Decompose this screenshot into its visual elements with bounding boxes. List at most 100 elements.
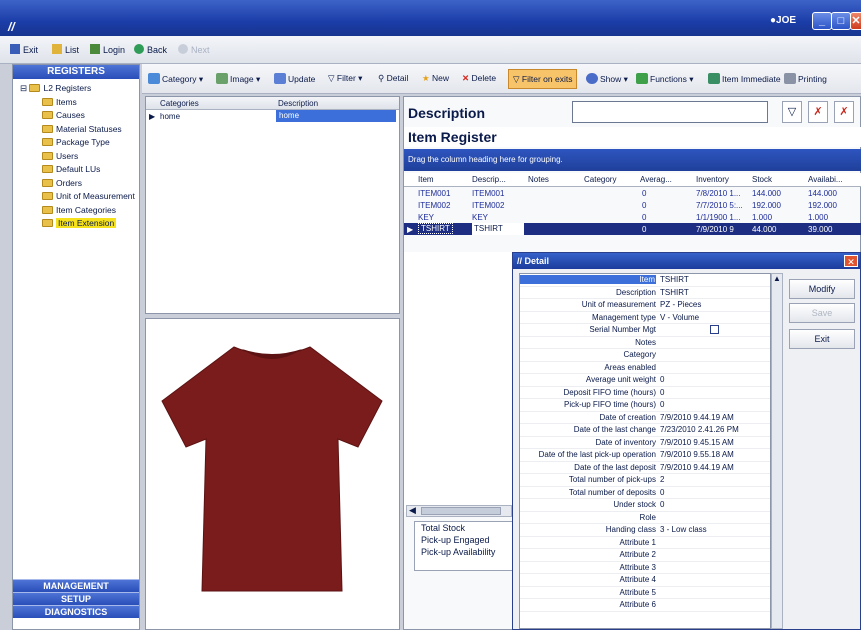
column-header-availability[interactable]: Availabi... bbox=[808, 175, 843, 184]
management-button[interactable]: MANAGEMENT bbox=[13, 579, 139, 592]
detail-value[interactable]: TSHIRT bbox=[660, 275, 689, 284]
detail-value[interactable]: 0 bbox=[660, 488, 664, 497]
sidebar-item-default-lus[interactable]: Default LUs bbox=[16, 163, 139, 177]
categories-column-header[interactable]: Categories bbox=[160, 99, 199, 108]
detail-row[interactable]: Unit of measurement PZ - Pieces bbox=[520, 299, 770, 312]
detail-value[interactable]: TSHIRT bbox=[660, 288, 689, 297]
filter-on-exits-button[interactable]: ▽ Filter on exits bbox=[508, 69, 578, 89]
detail-value[interactable]: 0 bbox=[660, 500, 664, 509]
table-row[interactable]: ITEM002 ITEM002 0 7/7/2010 5:... 192.000… bbox=[404, 199, 861, 211]
detail-row[interactable]: Areas enabled bbox=[520, 362, 770, 374]
detail-row[interactable]: Date of creation 7/9/2010 9.44.19 AM bbox=[520, 412, 770, 424]
diagnostics-button[interactable]: DIAGNOSTICS bbox=[13, 605, 139, 618]
image-button[interactable]: Image ▾ bbox=[216, 73, 260, 85]
delete-button[interactable]: ✕ Delete bbox=[462, 73, 496, 84]
serial-number-checkbox[interactable] bbox=[710, 325, 719, 334]
detail-close-button[interactable]: ✕ bbox=[844, 255, 858, 267]
new-button[interactable]: ★ New bbox=[422, 73, 449, 84]
tree-root[interactable]: ⊟ L2 Registers bbox=[16, 82, 139, 96]
table-row[interactable]: KEY KEY 0 1/1/1900 1... 1.000 1.000 bbox=[404, 211, 861, 223]
functions-button[interactable]: Functions ▾ bbox=[636, 73, 694, 85]
detail-row[interactable]: Deposit FIFO time (hours) 0 bbox=[520, 387, 770, 399]
collapse-icon[interactable]: ⊟ bbox=[20, 83, 29, 93]
scrollbar-thumb[interactable] bbox=[421, 507, 501, 515]
detail-row[interactable]: Total number of deposits 0 bbox=[520, 487, 770, 499]
detail-row[interactable]: Management type V - Volume bbox=[520, 312, 770, 324]
detail-value[interactable]: 7/9/2010 9.44.19 AM bbox=[660, 463, 734, 472]
column-header-category[interactable]: Category bbox=[584, 175, 616, 184]
detail-row[interactable]: Attribute 6 bbox=[520, 599, 770, 612]
filter-clear-all-button[interactable]: ✗ bbox=[834, 101, 854, 123]
detail-value[interactable]: 0 bbox=[660, 400, 664, 409]
sidebar-item-items[interactable]: Items bbox=[16, 96, 139, 110]
sidebar-item-package-type[interactable]: Package Type bbox=[16, 136, 139, 150]
table-row-selected[interactable]: ▶ TSHIRT TSHIRT 0 7/9/2010 9 44.000 39.0… bbox=[404, 223, 861, 235]
detail-row[interactable]: Item TSHIRT bbox=[520, 274, 770, 287]
detail-value[interactable]: 0 bbox=[660, 375, 664, 384]
update-button[interactable]: Update bbox=[274, 73, 315, 84]
back-button[interactable]: Back bbox=[134, 44, 167, 55]
save-button[interactable]: Save bbox=[789, 303, 855, 323]
minimize-button[interactable]: _ bbox=[812, 12, 832, 30]
detail-button[interactable]: ⚲ Detail bbox=[378, 73, 408, 84]
sidebar-item-causes[interactable]: Causes bbox=[16, 109, 139, 123]
detail-value[interactable]: 2 bbox=[660, 475, 664, 484]
detail-value[interactable]: V - Volume bbox=[660, 313, 699, 322]
sidebar-item-unit-of-measurement[interactable]: Unit of Measurement bbox=[16, 190, 139, 204]
detail-row[interactable]: Attribute 1 bbox=[520, 537, 770, 549]
grid-horizontal-scrollbar[interactable]: ◀ bbox=[406, 505, 512, 517]
detail-row[interactable]: Pick-up FIFO time (hours) 0 bbox=[520, 399, 770, 412]
detail-value[interactable]: 7/23/2010 2.41.26 PM bbox=[660, 425, 739, 434]
description-column-header[interactable]: Description bbox=[278, 99, 318, 108]
column-header-inventory[interactable]: Inventory bbox=[696, 175, 729, 184]
modify-button[interactable]: Modify bbox=[789, 279, 855, 299]
item-immediate-button[interactable]: Item Immediate bbox=[708, 73, 781, 84]
detail-vertical-scrollbar[interactable]: ▲ bbox=[771, 273, 783, 629]
column-header-stock[interactable]: Stock bbox=[752, 175, 772, 184]
detail-row[interactable]: Attribute 4 bbox=[520, 574, 770, 587]
detail-row[interactable]: Date of the last deposit 7/9/2010 9.44.19… bbox=[520, 462, 770, 474]
show-button[interactable]: Show ▾ bbox=[586, 73, 628, 85]
filter-remove-button[interactable]: ✗ bbox=[808, 101, 828, 123]
printing-button[interactable]: Printing bbox=[784, 73, 827, 84]
group-by-bar[interactable]: Drag the column heading here for groupin… bbox=[404, 149, 861, 171]
detail-row[interactable]: Serial Number Mgt bbox=[520, 324, 770, 337]
sidebar-item-orders[interactable]: Orders bbox=[16, 177, 139, 191]
detail-value[interactable]: PZ - Pieces bbox=[660, 300, 701, 309]
column-header-average[interactable]: Averag... bbox=[640, 175, 672, 184]
detail-value[interactable]: 0 bbox=[660, 388, 664, 397]
column-header-notes[interactable]: Notes bbox=[528, 175, 549, 184]
detail-row[interactable]: Notes bbox=[520, 337, 770, 349]
scroll-left-icon[interactable]: ◀ bbox=[409, 505, 416, 516]
next-button[interactable]: Next bbox=[178, 44, 210, 55]
exit-button[interactable]: Exit bbox=[10, 44, 38, 55]
user-badge[interactable]: ●JOE bbox=[770, 15, 796, 26]
detail-value[interactable]: 7/9/2010 9.55.18 AM bbox=[660, 450, 734, 459]
detail-row[interactable]: Date of the last pick-up operation 7/9/20… bbox=[520, 449, 770, 462]
sidebar-item-users[interactable]: Users bbox=[16, 150, 139, 164]
category-row[interactable]: ▶ home home bbox=[146, 110, 399, 123]
detail-value[interactable]: 7/9/2010 9.45.15 AM bbox=[660, 438, 734, 447]
filter-apply-button[interactable]: ▽ bbox=[782, 101, 802, 123]
exit-detail-button[interactable]: Exit bbox=[789, 329, 855, 349]
login-button[interactable]: Login bbox=[90, 44, 125, 55]
sidebar-item-item-categories[interactable]: Item Categories bbox=[16, 204, 139, 218]
column-header-item[interactable]: Item bbox=[418, 175, 434, 184]
detail-row[interactable]: Total number of pick-ups 2 bbox=[520, 474, 770, 487]
detail-row[interactable]: Attribute 2 bbox=[520, 549, 770, 562]
close-button[interactable]: ✕ bbox=[850, 12, 861, 30]
detail-row[interactable]: Role bbox=[520, 512, 770, 524]
scroll-up-icon[interactable]: ▲ bbox=[773, 274, 781, 283]
sidebar-item-material-statuses[interactable]: Material Statuses bbox=[16, 123, 139, 137]
detail-row[interactable]: Date of inventory 7/9/2010 9.45.15 AM bbox=[520, 437, 770, 449]
maximize-button[interactable]: □ bbox=[831, 12, 851, 30]
category-button[interactable]: Category ▾ bbox=[148, 73, 203, 85]
table-row[interactable]: ITEM001 ITEM001 0 7/8/2010 1... 144.000 … bbox=[404, 187, 861, 199]
setup-button[interactable]: SETUP bbox=[13, 592, 139, 605]
detail-row[interactable]: Average unit weight 0 bbox=[520, 374, 770, 387]
detail-row[interactable]: Attribute 3 bbox=[520, 562, 770, 574]
detail-value[interactable]: 7/9/2010 9.44.19 AM bbox=[660, 413, 734, 422]
detail-row[interactable]: Date of the last change 7/23/2010 2.41.26… bbox=[520, 424, 770, 437]
column-header-description[interactable]: Descrip... bbox=[472, 175, 506, 184]
detail-row[interactable]: Handing class 3 - Low class bbox=[520, 524, 770, 537]
